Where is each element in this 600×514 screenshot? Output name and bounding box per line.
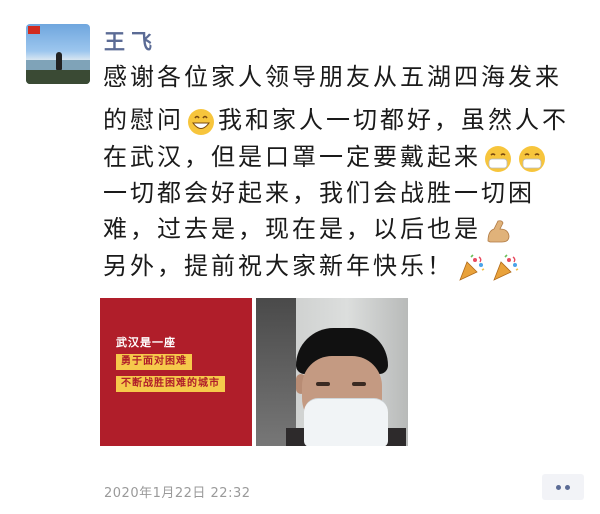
car-interior [256, 298, 296, 446]
mask-emoji [518, 145, 546, 173]
post-image-selfie[interactable] [256, 298, 408, 446]
avatar-person [56, 52, 62, 70]
poster-line-2: 不断战胜困难的城市 [116, 376, 225, 392]
poster-line-1: 勇于面对困难 [116, 354, 192, 370]
dot [565, 485, 570, 490]
post-text-line-5: 难，过去是，现在是，以后也是 [103, 213, 515, 245]
grin-emoji [187, 108, 215, 136]
poster-headline: 武汉是一座 [116, 336, 176, 349]
dot [556, 485, 561, 490]
post-text-line-3: 在武汉，但是口罩一定要戴起来 [103, 141, 549, 173]
post-text-line-1: 感谢各位家人领导朋友从五湖四海发来 [103, 61, 562, 93]
text-segment: 在武汉，但是口罩一定要戴起来 [103, 143, 481, 171]
mask-emoji [484, 145, 512, 173]
post-timestamp: 2020年1月22日 22:32 [104, 486, 251, 501]
post-text-line-2: 的慰问 我和家人一切都好，虽然人不 [103, 104, 569, 136]
eye [316, 382, 330, 386]
face-mask [304, 398, 388, 446]
text-segment: 另外，提前祝大家新年快乐！ [103, 252, 454, 280]
avatar-flag [28, 26, 40, 34]
eye [352, 382, 366, 386]
text-segment: 感谢各位家人领导朋友从五湖四海发来 [103, 63, 562, 91]
avatar[interactable] [26, 24, 90, 84]
party-popper-emoji [457, 253, 485, 282]
text-segment: 我和家人一切都好，虽然人不 [218, 106, 569, 134]
more-dots-icon[interactable] [542, 474, 584, 500]
post-text-line-4: 一切都会好起来，我们会战胜一切困 [103, 177, 535, 209]
moments-post: 王飞 感谢各位家人领导朋友从五湖四海发来 的慰问 我和家人一切都好，虽然人不 在武… [0, 0, 600, 514]
party-popper-emoji [491, 253, 519, 282]
text-segment: 的慰问 [103, 106, 184, 134]
flexed-biceps-emoji [484, 217, 512, 245]
text-segment: 难，过去是，现在是，以后也是 [103, 215, 481, 243]
avatar-rock [26, 70, 90, 84]
post-text-line-6: 另外，提前祝大家新年快乐！ [103, 250, 522, 282]
text-segment: 一切都会好起来，我们会战胜一切困 [103, 179, 535, 207]
author-name[interactable]: 王飞 [104, 26, 158, 56]
post-image-poster[interactable]: 武汉是一座 勇于面对困难 不断战胜困难的城市 [100, 298, 252, 446]
